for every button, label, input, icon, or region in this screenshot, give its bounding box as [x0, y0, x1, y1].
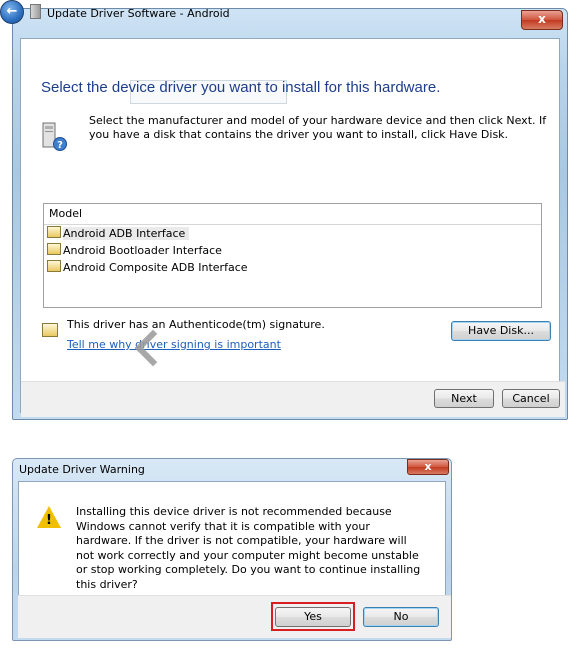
list-item-label: Android Bootloader Interface [63, 244, 222, 257]
list-item-label: Android ADB Interface [63, 227, 190, 240]
page-heading: Select the device driver you want to ins… [41, 79, 441, 96]
model-listbox[interactable]: Model Android ADB Interface Android Boot… [43, 203, 542, 308]
driver-wizard-icon [30, 4, 41, 19]
driver-signing-help-link[interactable]: Tell me why driver signing is important [67, 338, 281, 351]
close-button[interactable]: x [521, 10, 563, 30]
svg-text:?: ? [57, 140, 63, 151]
yes-button[interactable]: Yes [275, 607, 351, 627]
warning-message: Installing this device driver is not rec… [76, 505, 421, 591]
wizard-title-text: Update Driver Software - Android [47, 7, 230, 20]
warning-exclamation: ! [46, 513, 52, 528]
hardware-help-icon: ? [42, 122, 67, 151]
list-item-label: Android Composite ADB Interface [63, 261, 248, 274]
next-button[interactable]: Next [434, 389, 494, 408]
back-button[interactable]: ← [0, 0, 24, 24]
cancel-button[interactable]: Cancel [502, 389, 560, 408]
model-column-header[interactable]: Model [44, 204, 541, 225]
list-item[interactable]: Android Composite ADB Interface [44, 259, 541, 276]
have-disk-button[interactable]: Have Disk... [451, 321, 551, 341]
signature-status-text: This driver has an Authenticode(tm) sign… [67, 318, 325, 331]
driver-icon [47, 226, 61, 238]
list-item[interactable]: Android Bootloader Interface [44, 242, 541, 259]
dialog-title: Update Driver Warning [19, 463, 145, 476]
list-item[interactable]: Android ADB Interface [44, 225, 541, 242]
close-button[interactable]: x [407, 459, 449, 475]
instructions-text: Select the manufacturer and model of you… [89, 114, 547, 141]
driver-icon [47, 260, 61, 272]
no-button[interactable]: No [363, 607, 439, 627]
driver-certificate-icon [42, 323, 58, 337]
back-arrow-icon: ← [6, 4, 18, 19]
driver-icon [47, 243, 61, 255]
wizard-title: Update Driver Software - Android [30, 4, 230, 20]
